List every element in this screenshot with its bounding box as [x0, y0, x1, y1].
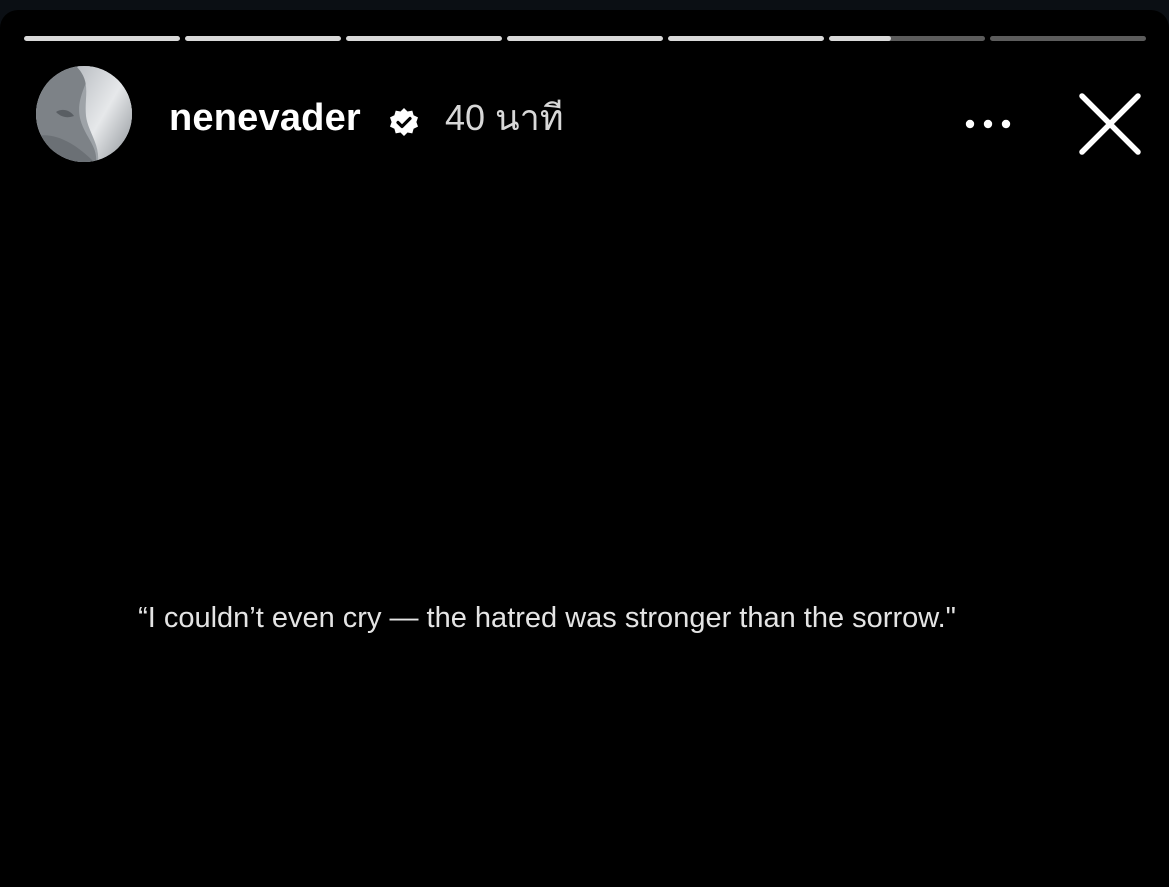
- story-progress-fill: [346, 36, 502, 41]
- avatar-icon: [36, 66, 132, 162]
- story-progress-bar: [24, 36, 1146, 41]
- story-quote-text: “I couldn’t even cry — the hatred was st…: [138, 602, 956, 634]
- close-icon: [1079, 93, 1141, 155]
- more-options-button[interactable]: [960, 102, 1016, 146]
- story-viewer[interactable]: nenevader 40 นาที “I couldn’t even cry —…: [0, 10, 1169, 887]
- story-progress-segment: [346, 36, 502, 41]
- story-progress-segment: [668, 36, 824, 41]
- more-options-icon: [965, 119, 1011, 129]
- story-progress-segment: [24, 36, 180, 41]
- story-progress-fill: [507, 36, 663, 41]
- story-progress-fill: [24, 36, 180, 41]
- story-progress-fill: [185, 36, 341, 41]
- avatar[interactable]: [36, 66, 132, 162]
- story-header: nenevader 40 นาที: [36, 66, 1146, 162]
- story-progress-segment: [990, 36, 1146, 41]
- close-button[interactable]: [1076, 90, 1144, 158]
- story-timestamp: 40 นาที: [445, 97, 564, 138]
- verified-badge-icon: [388, 107, 420, 139]
- story-progress-fill: [829, 36, 892, 41]
- story-progress-segment: [185, 36, 341, 41]
- story-progress-segment: [829, 36, 985, 41]
- username[interactable]: nenevader: [169, 96, 361, 140]
- story-progress-fill: [668, 36, 824, 41]
- story-progress-segment: [507, 36, 663, 41]
